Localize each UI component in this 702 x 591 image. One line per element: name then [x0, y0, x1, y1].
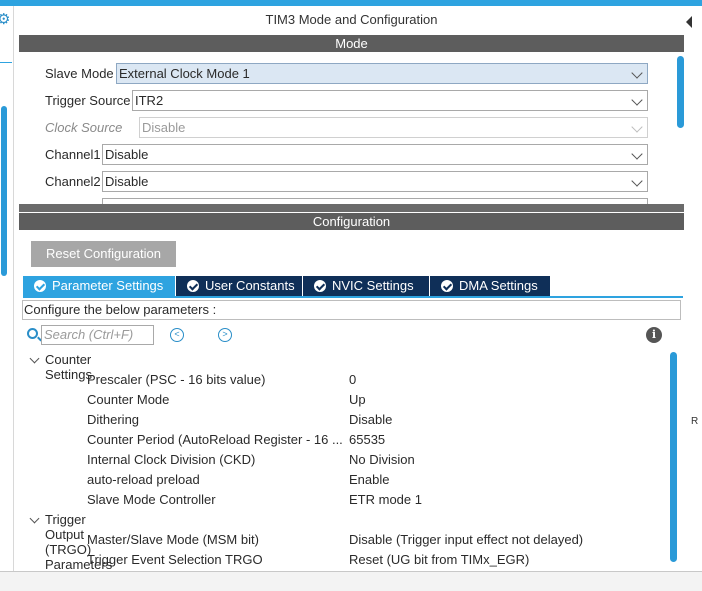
- tab-underline: [23, 296, 683, 298]
- param-row[interactable]: Trigger Event Selection TRGO Reset (UG b…: [19, 550, 669, 570]
- param-value[interactable]: 0: [349, 372, 356, 387]
- right-panel-edge: R: [686, 6, 702, 571]
- left-panel-edge: ⚙: [0, 6, 14, 571]
- channel2-label: Channel2: [45, 174, 101, 189]
- parameters-scrollbar[interactable]: [670, 352, 677, 562]
- configure-instructions: Configure the below parameters :: [22, 300, 681, 320]
- trigger-source-value: ITR2: [135, 93, 164, 108]
- slave-mode-value: External Clock Mode 1: [119, 66, 250, 81]
- channel1-row: Channel1 Disable: [19, 144, 684, 166]
- param-row[interactable]: Counter Period (AutoReload Register - 16…: [19, 430, 669, 450]
- gear-icon[interactable]: ⚙: [0, 12, 10, 27]
- param-value[interactable]: Up: [349, 392, 366, 407]
- chevron-down-icon: [631, 121, 643, 133]
- reset-configuration-button[interactable]: Reset Configuration: [31, 241, 176, 267]
- panel-title: TIM3 Mode and Configuration: [265, 12, 438, 27]
- chevron-down-icon: [631, 175, 643, 187]
- info-icon[interactable]: i: [646, 327, 662, 343]
- param-value[interactable]: Reset (UG bit from TIMx_EGR): [349, 552, 529, 567]
- chevron-down-icon: [631, 67, 643, 79]
- configuration-section-header[interactable]: Configuration: [19, 213, 684, 230]
- clock-source-row: Clock Source Disable: [19, 117, 684, 139]
- param-row[interactable]: auto-reload preload Enable: [19, 470, 669, 490]
- param-name: Trigger Event Selection TRGO: [87, 552, 263, 567]
- channel1-value: Disable: [105, 147, 149, 162]
- param-name: Slave Mode Controller: [87, 492, 216, 507]
- param-value[interactable]: ETR mode 1: [349, 492, 422, 507]
- clock-source-value: Disable: [142, 120, 186, 135]
- chevron-down-icon: [631, 94, 643, 106]
- chevron-down-icon: [29, 513, 40, 524]
- param-row[interactable]: Prescaler (PSC - 16 bits value) 0: [19, 370, 669, 390]
- param-name: Dithering: [87, 412, 140, 427]
- tab-dma-settings[interactable]: DMA Settings: [430, 276, 550, 296]
- parameter-tree: Counter Settings Prescaler (PSC - 16 bit…: [19, 349, 669, 571]
- section-splitter[interactable]: [19, 204, 684, 212]
- param-row[interactable]: Master/Slave Mode (MSM bit) Disable (Tri…: [19, 530, 669, 550]
- bottom-strip: [0, 571, 702, 591]
- param-name: Counter Mode: [87, 392, 170, 407]
- trigger-source-select[interactable]: ITR2: [132, 90, 648, 111]
- param-value[interactable]: 65535: [349, 432, 385, 447]
- param-name: Master/Slave Mode (MSM bit): [87, 532, 259, 547]
- search-previous-icon[interactable]: <: [170, 328, 184, 342]
- chevron-down-icon: [631, 148, 643, 160]
- trigger-source-label: Trigger Source: [45, 93, 131, 108]
- clock-source-label: Clock Source: [45, 120, 123, 135]
- check-circle-icon: [441, 280, 453, 292]
- param-row[interactable]: Slave Mode Controller ETR mode 1: [19, 490, 669, 510]
- param-value[interactable]: Enable: [349, 472, 389, 487]
- check-circle-icon: [187, 280, 199, 292]
- channel1-label: Channel1: [45, 147, 101, 162]
- tab-label: Parameter Settings: [52, 278, 164, 293]
- param-name: Prescaler (PSC - 16 bits value): [87, 372, 266, 387]
- mode-section-header[interactable]: Mode: [19, 35, 684, 52]
- channel2-value: Disable: [105, 174, 149, 189]
- clock-source-select: Disable: [139, 117, 648, 138]
- param-row[interactable]: Dithering Disable: [19, 410, 669, 430]
- channel1-select[interactable]: Disable: [102, 144, 648, 165]
- slave-mode-row: Slave Mode External Clock Mode 1: [19, 63, 684, 85]
- channel2-select[interactable]: Disable: [102, 171, 648, 192]
- channel2-row: Channel2 Disable: [19, 171, 684, 193]
- param-name: auto-reload preload: [87, 472, 200, 487]
- tab-parameter-settings[interactable]: Parameter Settings: [23, 276, 175, 296]
- param-value[interactable]: No Division: [349, 452, 415, 467]
- collapse-arrow-icon[interactable]: [686, 16, 692, 28]
- tab-user-constants[interactable]: User Constants: [176, 276, 302, 296]
- side-text: R: [691, 416, 699, 427]
- tab-label: DMA Settings: [459, 278, 538, 293]
- trigger-source-row: Trigger Source ITR2: [19, 90, 684, 112]
- check-circle-icon: [34, 280, 46, 292]
- slave-mode-select[interactable]: External Clock Mode 1: [116, 63, 648, 84]
- mode-fields-area: Slave Mode External Clock Mode 1 Trigger…: [19, 52, 684, 204]
- left-scrollbar[interactable]: [1, 106, 7, 276]
- search-next-icon[interactable]: >: [218, 328, 232, 342]
- left-panel-divider: [0, 62, 12, 63]
- search-icon: [27, 328, 38, 339]
- mode-scrollbar[interactable]: [677, 56, 684, 128]
- param-value[interactable]: Disable (Trigger input effect not delaye…: [349, 532, 583, 547]
- slave-mode-label: Slave Mode: [45, 66, 114, 81]
- param-row[interactable]: Counter Mode Up: [19, 390, 669, 410]
- chevron-down-icon: [29, 353, 40, 364]
- search-input[interactable]: Search (Ctrl+F): [41, 325, 154, 345]
- tab-label: User Constants: [205, 278, 295, 293]
- param-row[interactable]: Internal Clock Division (CKD) No Divisio…: [19, 450, 669, 470]
- tab-nvic-settings[interactable]: NVIC Settings: [303, 276, 429, 296]
- param-name: Internal Clock Division (CKD): [87, 452, 256, 467]
- param-name: Counter Period (AutoReload Register - 16…: [87, 432, 343, 447]
- check-circle-icon: [314, 280, 326, 292]
- tab-label: NVIC Settings: [332, 278, 414, 293]
- param-value[interactable]: Disable: [349, 412, 392, 427]
